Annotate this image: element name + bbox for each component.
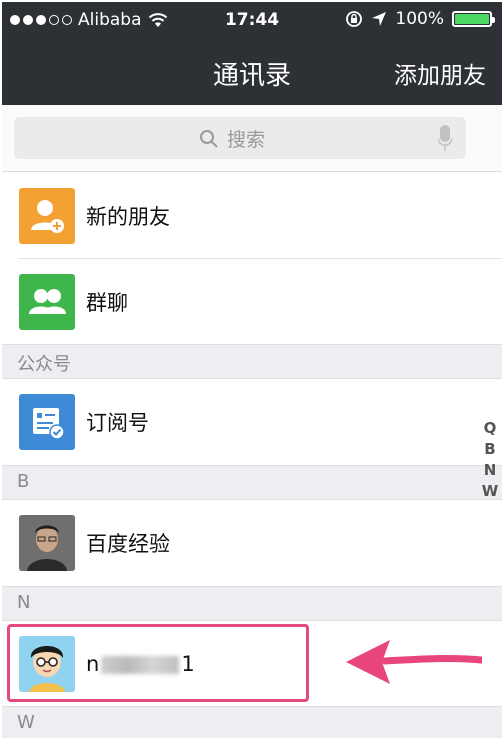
orientation-lock-icon [346,11,363,27]
battery-percent: 100% [395,9,444,29]
status-right: 100% [345,9,495,29]
search-area: 搜索 [2,105,502,172]
search-placeholder: 搜索 [227,129,266,151]
microphone-icon[interactable] [438,125,452,151]
battery-icon [452,11,495,27]
section-header-label: 公众号 [17,354,71,375]
section-header-label: W [17,712,35,733]
section-header-label: B [17,471,30,492]
alphabet-index[interactable]: Q B N W [479,418,501,502]
search-placeholder-group: 搜索 [199,125,265,152]
list-item-group-chats[interactable]: 群聊 [2,259,502,345]
list-item-contact[interactable]: 百度经验 [2,500,502,586]
list-item-new-friends[interactable]: 新的朋友 [2,173,502,259]
add-friend-button[interactable]: 添加朋友 [394,56,486,90]
section-header-label: N [17,592,31,613]
contacts-screen: Alibaba 17:44 100% 通讯录 添加朋友 搜索 新的朋友 群聊 公… [0,0,504,738]
location-arrow-icon [372,12,387,26]
highlight-box [7,624,309,702]
pointer-arrow-icon [346,640,482,684]
section-header-w: W [2,706,502,738]
index-search[interactable]: Q [479,418,501,439]
section-header-official-accounts: 公众号 [2,344,502,379]
list-item-label: 新的朋友 [86,205,170,229]
status-bar: Alibaba 17:44 100% [2,2,502,38]
section-header-b: B [2,465,502,500]
index-letter-b[interactable]: B [479,439,501,460]
subscription-icon [19,394,75,450]
list-item-label: 百度经验 [86,532,170,556]
list-item-subscriptions[interactable]: 订阅号 [2,379,502,465]
index-letter-n[interactable]: N [479,460,501,481]
photo-avatar [19,515,75,571]
search-icon [200,129,218,148]
top-bar: Alibaba 17:44 100% 通讯录 添加朋友 [2,2,502,105]
index-letter-w[interactable]: W [479,481,501,502]
search-input[interactable]: 搜索 [14,117,466,159]
list-item-label: 订阅号 [86,411,149,435]
new-friend-icon [19,188,75,244]
list-item-label: 群聊 [86,291,128,315]
group-chat-icon [19,274,75,330]
section-header-n: N [2,586,502,621]
